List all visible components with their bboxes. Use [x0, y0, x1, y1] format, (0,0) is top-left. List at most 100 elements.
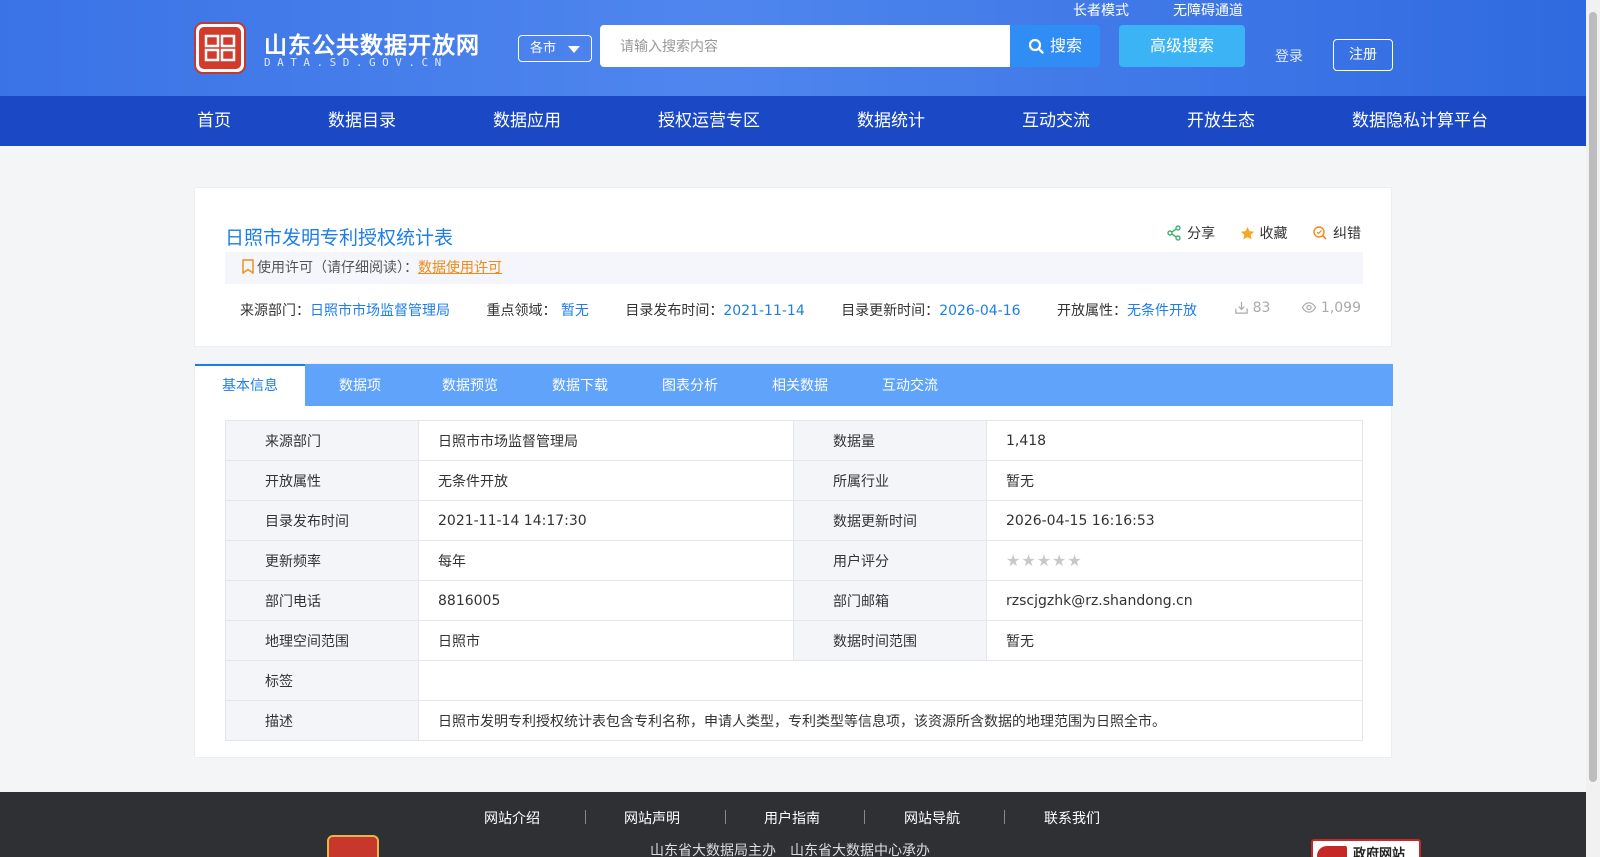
footer-link-contact[interactable]: 联系我们 [1044, 808, 1100, 828]
table-key: 数据更新时间 [793, 500, 987, 541]
basic-info-table: 来源部门 日照市市场监督管理局 数据量 1,418 开放属性 无条件开放 所属行… [225, 420, 1363, 741]
favorite-button[interactable]: 收藏 [1240, 223, 1288, 243]
share-button[interactable]: 分享 [1166, 223, 1215, 243]
table-key: 开放属性 [225, 460, 419, 501]
table-row: 目录发布时间 2021-11-14 14:17:30 数据更新时间 2026-0… [225, 500, 1363, 541]
user-rating[interactable]: ★★★★★ [986, 540, 1363, 581]
city-select[interactable]: 各市 [518, 35, 592, 62]
scrollbar-thumb[interactable] [1589, 12, 1597, 782]
search-icon [1028, 38, 1044, 54]
nav-item-catalog[interactable]: 数据目录 [328, 96, 396, 146]
nav-item-interaction[interactable]: 互动交流 [1022, 96, 1090, 146]
rating-stars[interactable]: ★★★★★ [1006, 551, 1083, 570]
open-attr-label: 开放属性： [1057, 303, 1128, 319]
search-button-label: 搜索 [1049, 36, 1082, 55]
table-value: 每年 [418, 540, 794, 581]
gov-site-badge[interactable]: 政府网站 [1311, 839, 1421, 857]
footer-credit: 山东省大数据局主办 山东省大数据中心承办 [650, 843, 930, 857]
star-icon[interactable]: ★ [1006, 551, 1020, 570]
table-key: 数据量 [793, 420, 987, 461]
correction-icon [1313, 226, 1327, 240]
domain-value: 暂无 [560, 303, 589, 319]
accessibility-link[interactable]: 无障碍通道 [1173, 0, 1243, 20]
search-input[interactable] [600, 25, 1010, 67]
main-nav: 首页 数据目录 数据应用 授权运营专区 数据统计 互动交流 开放生态 数据隐私计… [0, 96, 1586, 146]
tab-interaction[interactable]: 互动交流 [855, 364, 965, 406]
footer-divider [585, 810, 586, 824]
tab-data-preview[interactable]: 数据预览 [415, 364, 525, 406]
bookmark-icon [242, 259, 254, 275]
table-value: 8816005 [418, 580, 794, 621]
table-value: 2026-04-15 16:16:53 [986, 500, 1363, 541]
tab-chart-analysis[interactable]: 图表分析 [635, 364, 745, 406]
footer-divider [864, 810, 865, 824]
open-attr-value: 无条件开放 [1127, 303, 1198, 319]
nav-item-home[interactable]: 首页 [197, 96, 231, 146]
elder-mode-link[interactable]: 长者模式 [1073, 0, 1129, 20]
license-link[interactable]: 数据使用许可 [418, 260, 502, 276]
report-error-button[interactable]: 纠错 [1312, 223, 1361, 243]
logo-subtitle: DATA.SD.GOV.CN [264, 56, 448, 69]
view-count: 1,099 [1320, 300, 1361, 316]
table-row: 部门电话 8816005 部门邮箱 rzscjgzhk@rz.shandong.… [225, 580, 1363, 621]
logo-title[interactable]: 山东公共数据开放网 [264, 26, 480, 60]
login-link[interactable]: 登录 [1275, 46, 1303, 66]
nav-item-privacy-computing[interactable]: 数据隐私计算平台 [1352, 96, 1488, 146]
publish-time-label: 目录发布时间： [625, 303, 724, 319]
dataset-summary-card: 日照市发明专利授权统计表 分享 收藏 纠错 使用许可（请仔细阅读）：数据使用许可… [194, 187, 1392, 347]
table-row: 更新频率 每年 用户评分 ★★★★★ [225, 540, 1363, 581]
nav-item-apps[interactable]: 数据应用 [493, 96, 561, 146]
license-bar: 使用许可（请仔细阅读）：数据使用许可 [225, 252, 1363, 284]
table-key: 目录发布时间 [225, 500, 419, 541]
footer-link-statement[interactable]: 网站声明 [624, 808, 680, 828]
publish-time-value: 2021-11-14 [723, 303, 805, 319]
update-time-value: 2026-04-16 [939, 303, 1021, 319]
table-key: 更新频率 [225, 540, 419, 581]
star-icon[interactable]: ★ [1067, 551, 1081, 570]
search-button[interactable]: 搜索 [1010, 25, 1100, 67]
table-value: 1,418 [986, 420, 1363, 461]
footer-link-guide[interactable]: 用户指南 [764, 808, 820, 828]
table-value: 无条件开放 [418, 460, 794, 501]
footer-seal-icon [327, 835, 379, 857]
table-key: 部门邮箱 [793, 580, 987, 621]
table-key: 来源部门 [225, 420, 419, 461]
table-value: 暂无 [986, 460, 1363, 501]
tab-data-download[interactable]: 数据下载 [525, 364, 635, 406]
register-button[interactable]: 注册 [1333, 39, 1393, 71]
table-key: 所属行业 [793, 460, 987, 501]
table-value: 日照市 [418, 620, 794, 661]
source-value[interactable]: 日照市市场监督管理局 [310, 303, 450, 319]
star-icon[interactable]: ★ [1052, 551, 1066, 570]
star-icon [1240, 226, 1254, 240]
advanced-search-button[interactable]: 高级搜索 [1119, 25, 1245, 67]
share-label: 分享 [1187, 226, 1216, 242]
report-label: 纠错 [1333, 226, 1361, 242]
favorite-label: 收藏 [1259, 226, 1288, 242]
table-value: 日照市市场监督管理局 [418, 420, 794, 461]
footer-link-sitemap[interactable]: 网站导航 [904, 808, 960, 828]
table-key: 描述 [225, 700, 419, 741]
footer-link-about[interactable]: 网站介绍 [484, 808, 540, 828]
dataset-actions: 分享 收藏 纠错 [1146, 223, 1361, 243]
tab-data-items[interactable]: 数据项 [305, 364, 415, 406]
star-icon[interactable]: ★ [1037, 551, 1051, 570]
table-value: rzscjgzhk@rz.shandong.cn [986, 580, 1363, 621]
nav-item-authorized-ops[interactable]: 授权运营专区 [658, 96, 760, 146]
star-icon[interactable]: ★ [1021, 551, 1035, 570]
dataset-stats: 83 1,099 [1208, 300, 1361, 316]
nav-item-statistics[interactable]: 数据统计 [857, 96, 925, 146]
tab-related-data[interactable]: 相关数据 [745, 364, 855, 406]
nav-item-ecosystem[interactable]: 开放生态 [1187, 96, 1255, 146]
table-key: 地理空间范围 [225, 620, 419, 661]
site-header: 山东公共数据开放网 DATA.SD.GOV.CN 各市 搜索 高级搜索 长者模式… [0, 0, 1586, 96]
gov-badge-label: 政府网站 [1353, 847, 1406, 857]
domain-label: 重点领域： [486, 303, 557, 319]
tab-basic-info[interactable]: 基本信息 [195, 364, 305, 406]
detail-tabs: 基本信息 数据项 数据预览 数据下载 图表分析 相关数据 互动交流 [195, 364, 1393, 406]
table-value: 2021-11-14 14:17:30 [418, 500, 794, 541]
update-time-label: 目录更新时间： [841, 303, 940, 319]
source-label: 来源部门： [240, 303, 310, 319]
page-scrollbar[interactable] [1586, 0, 1600, 857]
logo-seal-icon[interactable] [194, 22, 246, 74]
